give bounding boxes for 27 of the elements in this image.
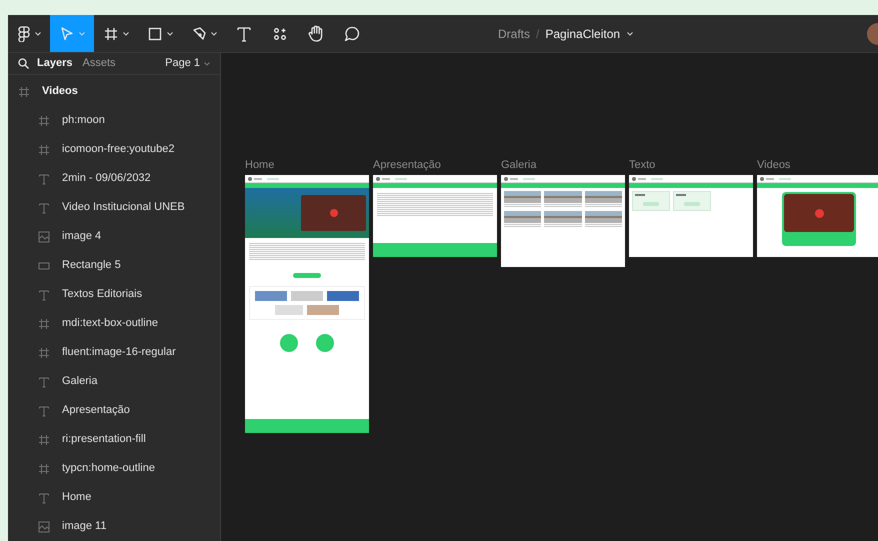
layer-item[interactable]: Home: [8, 483, 220, 512]
layer-item[interactable]: mdi:text-box-outline: [8, 309, 220, 338]
panel-tab[interactable]: Assets: [82, 55, 116, 72]
frame-label[interactable]: Galeria: [501, 159, 536, 172]
layer-item[interactable]: Video Institucional UNEB: [8, 193, 220, 222]
layer-item[interactable]: Apresentação: [8, 396, 220, 425]
breadcrumb-separator: /: [536, 26, 540, 42]
frame-label[interactable]: Apresentação: [373, 159, 441, 172]
layer-item[interactable]: image 11: [8, 512, 220, 541]
frame-label[interactable]: Videos: [757, 159, 790, 172]
layer-item[interactable]: fluent:image-16-regular: [8, 338, 220, 367]
layer-item[interactable]: typcn:home-outline: [8, 454, 220, 483]
layer-item[interactable]: ri:presentation-fill: [8, 425, 220, 454]
folder-link[interactable]: Drafts: [498, 24, 530, 42]
layer-item[interactable]: Galeria: [8, 367, 220, 396]
layer-item[interactable]: Textos Editoriais: [8, 280, 220, 309]
file-name-menu[interactable]: PaginaCleiton: [545, 24, 634, 42]
frame-label[interactable]: Home: [245, 159, 274, 172]
layer-item[interactable]: icomoon-free:youtube2: [8, 135, 220, 164]
layer-item[interactable]: Videos: [8, 77, 220, 106]
page-selector[interactable]: Page 1: [165, 55, 210, 72]
layer-item[interactable]: 2min - 09/06/2032: [8, 164, 220, 193]
layer-item[interactable]: Rectangle 5: [8, 251, 220, 280]
layer-item[interactable]: image 4: [8, 222, 220, 251]
layer-item[interactable]: ph:moon: [8, 106, 220, 135]
frame-label[interactable]: Texto: [629, 159, 656, 172]
panel-tab[interactable]: Layers: [37, 55, 72, 72]
